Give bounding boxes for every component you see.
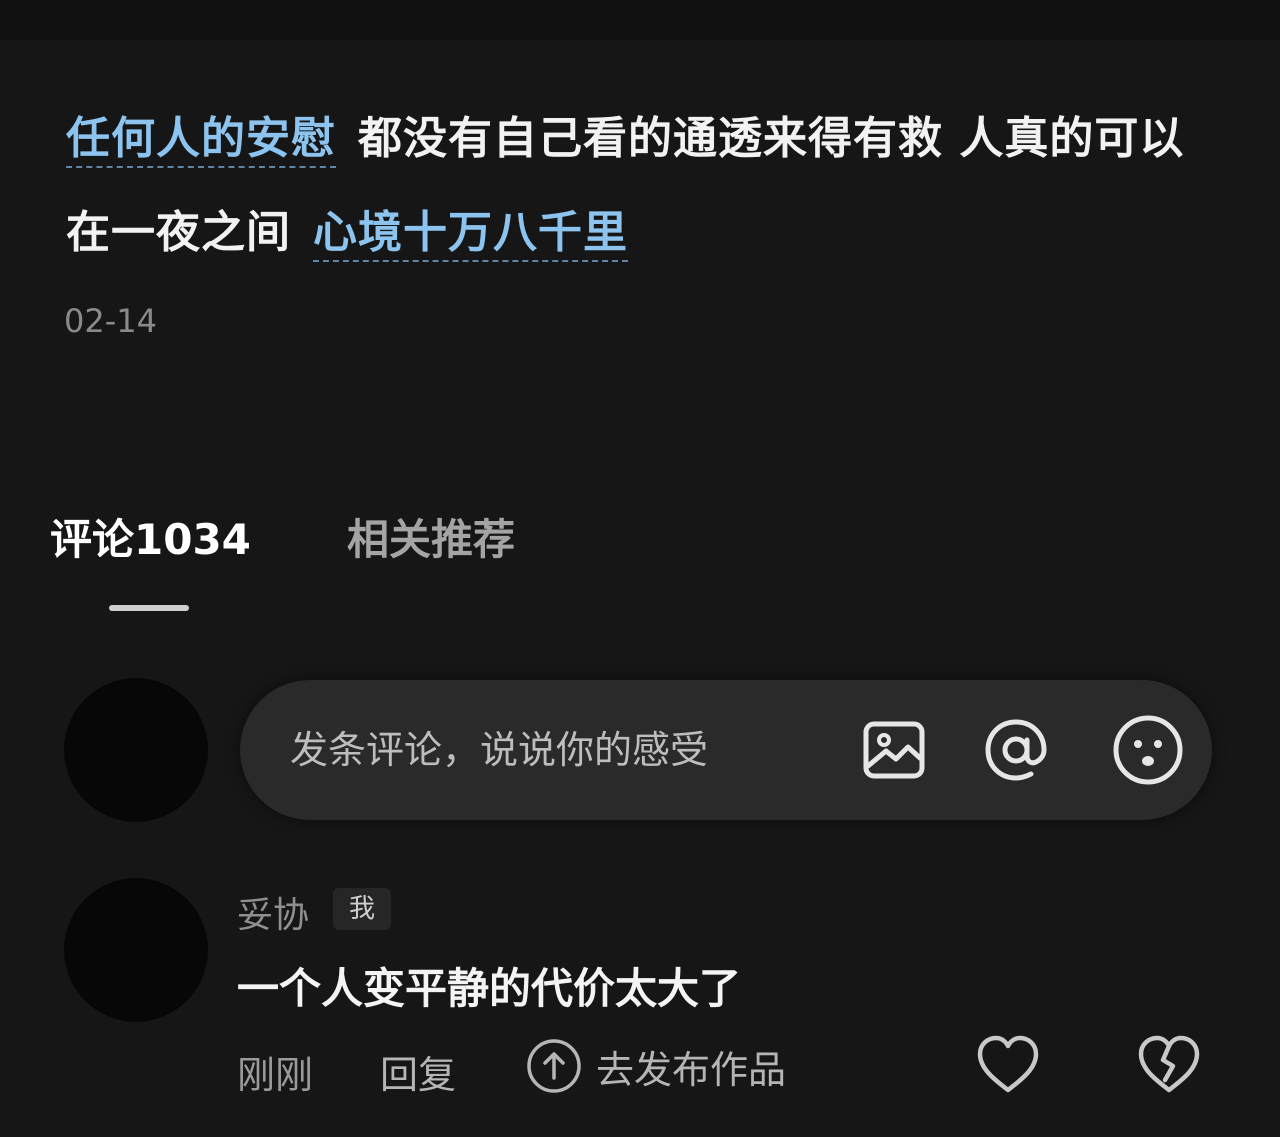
post-date: 02-14 [64,302,157,340]
tab-comments[interactable]: 评论1034 [50,506,251,567]
commenter-avatar[interactable] [64,878,208,1022]
post-caption: 任何人的安慰 都没有自己看的通透来得有救 人真的可以在一夜之间 心境十万八千里 [66,92,1226,280]
publish-work-button[interactable]: 去发布作品 [526,1038,786,1094]
topic-link[interactable]: 心境十万八千里 [313,207,628,262]
active-tab-indicator [109,605,189,611]
topic-link[interactable]: 任何人的安慰 [66,113,336,168]
me-badge: 我 [333,888,391,930]
arrow-up-circle-icon [527,1039,581,1093]
publish-work-label: 去发布作品 [596,1047,787,1092]
comment-time: 刚刚 [237,1053,314,1097]
comment-box[interactable] [240,680,1212,820]
broken-heart-icon[interactable] [1135,1032,1203,1096]
top-bar [0,0,1280,40]
comment-text: 一个人变平静的代价太大了 [237,964,742,1013]
comment-username[interactable]: 妥协 [237,886,309,938]
emoji-icon[interactable] [1112,714,1184,786]
reply-button[interactable]: 回复 [380,1044,456,1099]
image-icon[interactable] [862,718,926,782]
my-avatar[interactable] [64,678,208,822]
heart-icon[interactable] [974,1032,1042,1096]
tab-related[interactable]: 相关推荐 [347,506,515,567]
comment-input[interactable] [290,724,810,776]
at-icon[interactable] [984,718,1048,782]
